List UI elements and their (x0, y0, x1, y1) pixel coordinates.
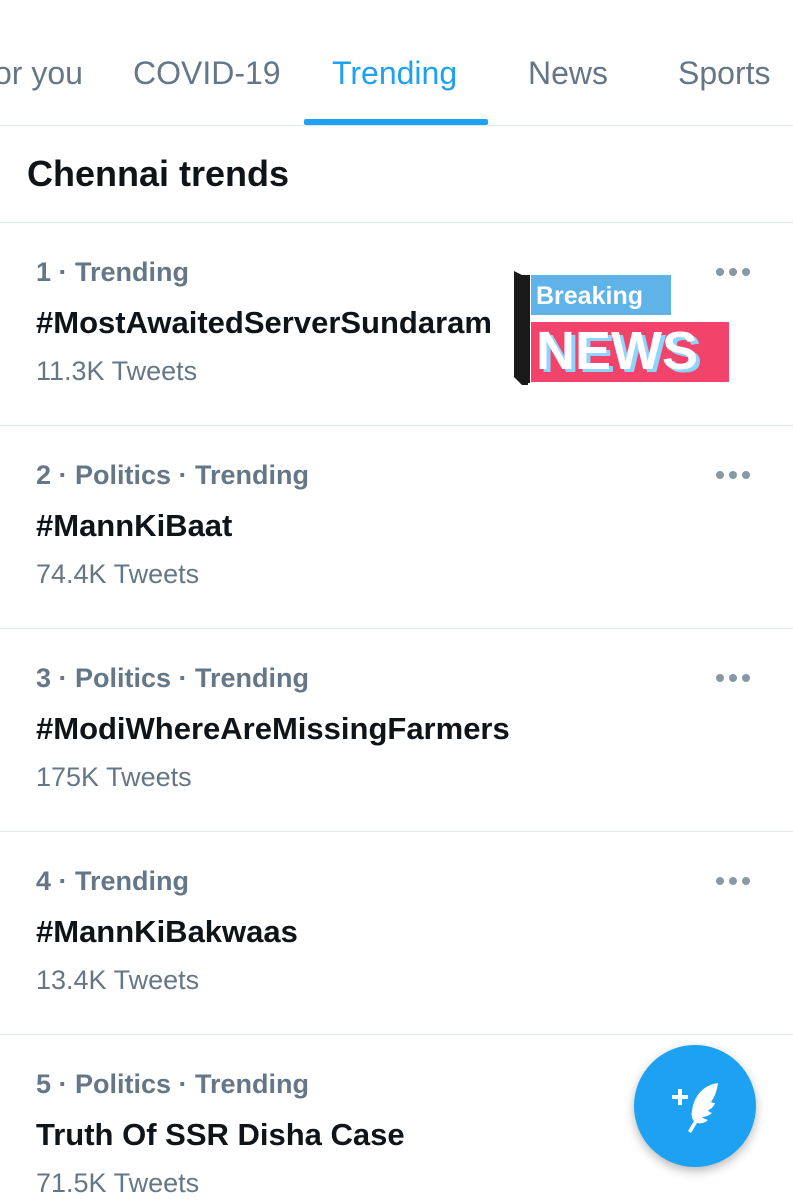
trend-item[interactable]: 1 · Trending #MostAwaitedServerSundaram … (0, 223, 793, 426)
trend-name: #MannKiBakwaas (36, 914, 298, 949)
trend-item[interactable]: 4 · Trending #MannKiBakwaas 13.4K Tweets (0, 832, 793, 1035)
trend-tweet-count: 175K Tweets (36, 762, 192, 792)
active-tab-indicator (304, 119, 488, 125)
tab-covid-19[interactable]: COVID-19 (133, 53, 281, 93)
news-thumb-bar (514, 271, 528, 385)
tab-trending[interactable]: Trending (332, 53, 457, 93)
trend-tweet-count: 74.4K Tweets (36, 559, 200, 589)
tab-sports[interactable]: Sports (678, 53, 770, 93)
trend-meta: 5 · Politics · Trending (36, 1069, 310, 1099)
explore-tabs: or you COVID-19 Trending News Sports (0, 0, 793, 126)
tab-news[interactable]: News (528, 53, 608, 93)
trend-name: Truth Of SSR Disha Case (36, 1117, 405, 1152)
trend-meta: 4 · Trending (36, 866, 190, 896)
trend-name: #ModiWhereAreMissingFarmers (36, 711, 510, 746)
trend-meta: 3 · Politics · Trending (36, 663, 310, 693)
trend-item[interactable]: 3 · Politics · Trending #ModiWhereAreMis… (0, 629, 793, 832)
section-title: Chennai trends (27, 153, 290, 194)
trend-name: #MannKiBaat (36, 508, 233, 543)
tab-for-you[interactable]: or you (0, 53, 83, 93)
breaking-news-image[interactable]: Breaking NEWS NEWS (514, 271, 730, 385)
trend-tweet-count: 13.4K Tweets (36, 965, 200, 995)
news-thumb-breaking: Breaking (536, 282, 643, 310)
more-icon[interactable] (715, 470, 751, 480)
trend-tweet-count: 11.3K Tweets (36, 356, 198, 386)
trend-name: #MostAwaitedServerSundaram (36, 305, 492, 340)
trend-tweet-count: 71.5K Tweets (36, 1168, 200, 1198)
trend-item[interactable]: 2 · Politics · Trending #MannKiBaat 74.4… (0, 426, 793, 629)
compose-tweet-icon (672, 1083, 718, 1133)
news-thumb-news: NEWS (536, 321, 698, 381)
trend-meta: 1 · Trending (36, 257, 190, 287)
more-icon[interactable] (715, 673, 751, 683)
more-icon[interactable] (715, 267, 751, 277)
more-icon[interactable] (715, 876, 751, 886)
trend-meta: 2 · Politics · Trending (36, 460, 310, 490)
compose-tweet-button[interactable] (634, 1045, 756, 1167)
